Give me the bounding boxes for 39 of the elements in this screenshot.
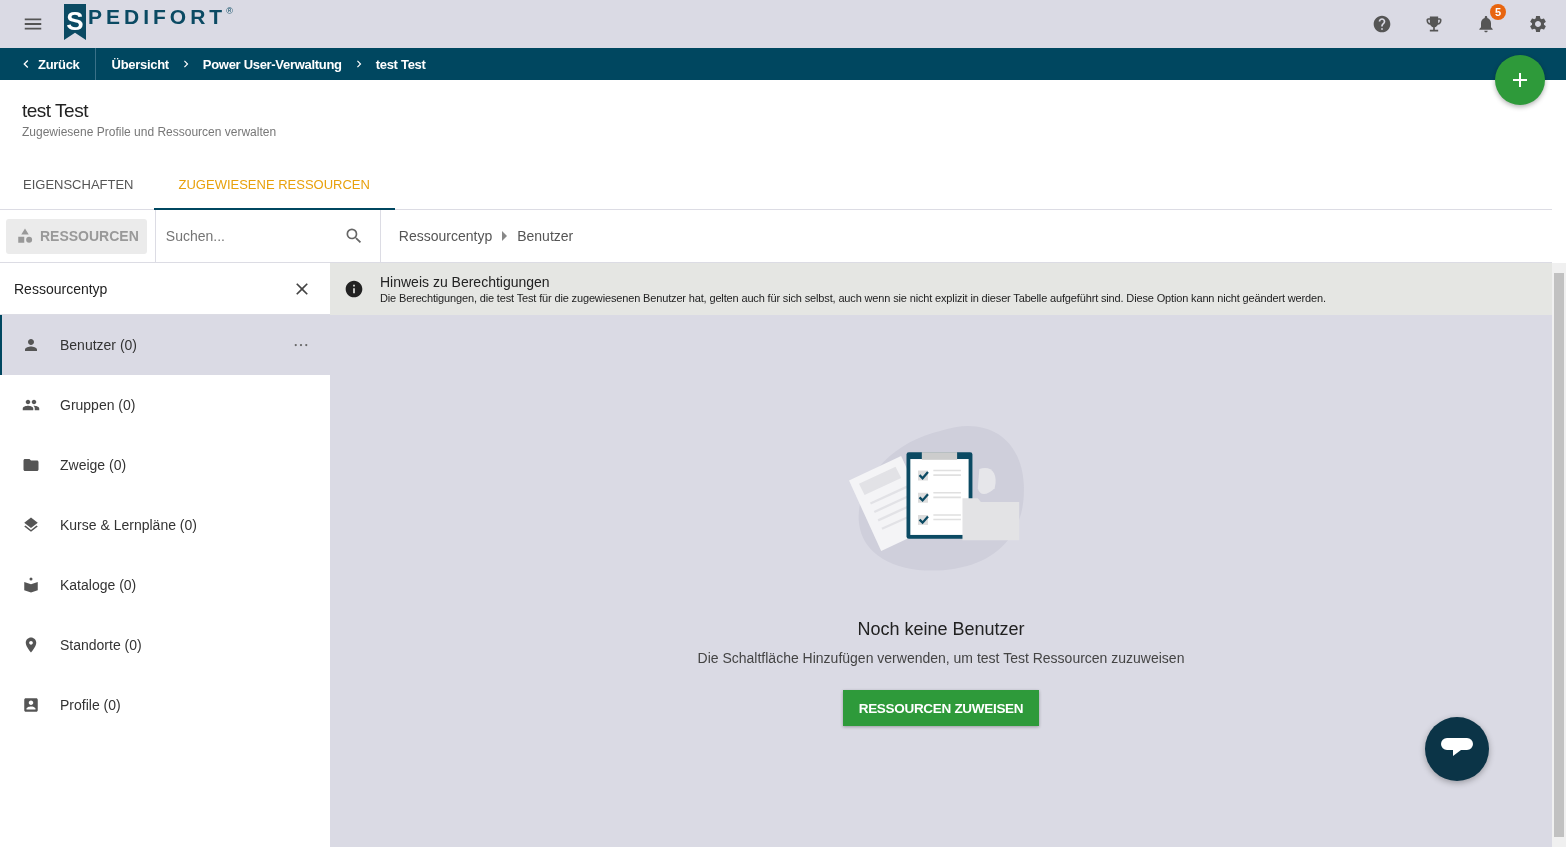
tab[interactable]: EIGENSCHAFTEN bbox=[3, 160, 154, 210]
trademark-sign: ® bbox=[226, 6, 233, 16]
sidebar-title: Ressourcentyp bbox=[14, 280, 108, 297]
path-label: Benutzer bbox=[517, 228, 574, 244]
resource-type-item[interactable]: Benutzer (0) bbox=[0, 315, 330, 375]
bell-icon[interactable] bbox=[1476, 14, 1496, 34]
notice-title: Hinweis zu Berechtigungen bbox=[380, 274, 551, 290]
empty-state-title: Noch keine Benutzer bbox=[857, 619, 1025, 640]
contact-card-icon bbox=[22, 696, 40, 714]
search-field[interactable]: Suchen... bbox=[163, 227, 344, 245]
layers-icon bbox=[22, 516, 40, 534]
resource-type-item[interactable]: Kurse & Lernpläne (0) bbox=[0, 495, 330, 555]
shapes-icon bbox=[16, 227, 34, 245]
page-subtitle: Zugewiesene Profile und Ressourcen verwalten bbox=[22, 125, 278, 139]
resource-type-item[interactable]: Gruppen (0) bbox=[0, 375, 330, 435]
breadcrumb-link[interactable]: test Test bbox=[375, 56, 426, 72]
logo-initial: S bbox=[64, 4, 86, 40]
resource-type-item[interactable]: Profile (0) bbox=[0, 675, 330, 735]
assign-resources-button[interactable]: RESSOURCEN ZUWEISEN bbox=[842, 690, 1040, 726]
settings-icon[interactable] bbox=[1528, 14, 1548, 34]
help-icon[interactable] bbox=[1372, 14, 1392, 34]
logo-wordmark: PEDIFORT bbox=[88, 5, 227, 29]
breadcrumb-link[interactable]: Power User-Verwaltung bbox=[202, 56, 342, 72]
breadcrumb-link[interactable]: Übersicht bbox=[111, 56, 169, 72]
notice-text: Die Berechtigungen, die test Test für die zugewiesenen Benutzer hat, gelten auch für sich selbst, auch wenn sie nicht explizit in dieser Tabelle aufgeführt sind. Diese Option kann nicht geändert werden. bbox=[380, 292, 1326, 304]
path-link[interactable]: Ressourcentyp bbox=[398, 228, 493, 244]
person-icon bbox=[22, 336, 40, 354]
trophy-icon[interactable] bbox=[1424, 14, 1444, 34]
info-icon bbox=[344, 279, 364, 299]
page-title: test Test bbox=[22, 100, 90, 122]
folder-icon bbox=[22, 456, 40, 474]
book-icon bbox=[22, 576, 40, 594]
resource-type-item[interactable]: Standorte (0) bbox=[0, 615, 330, 675]
resource-type-item[interactable]: Kataloge (0) bbox=[0, 555, 330, 615]
empty-state-text: Die Schaltfläche Hinzufügen verwenden, um test Test Ressourcen zuzuweisen bbox=[697, 650, 1185, 666]
resource-type-item[interactable]: Zweige (0) bbox=[0, 435, 330, 495]
caret-right-icon bbox=[502, 231, 508, 241]
scrollbar[interactable] bbox=[1552, 263, 1566, 847]
notification-badge: 5 bbox=[1490, 4, 1506, 20]
